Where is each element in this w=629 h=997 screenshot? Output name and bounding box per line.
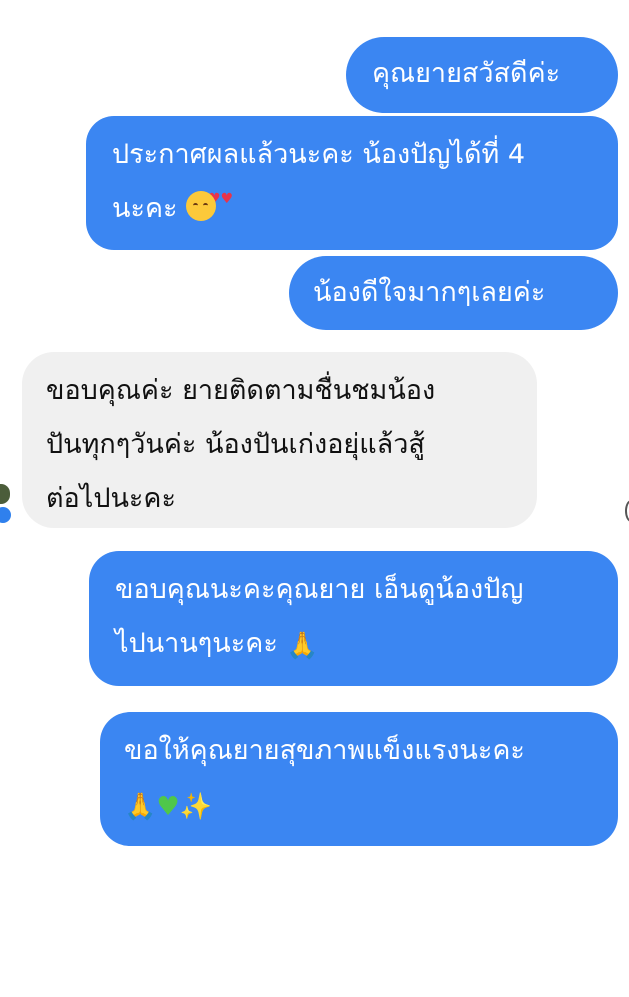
outgoing-message-bubble[interactable]: น้องดีใจมากๆเลยค่ะ <box>289 256 618 330</box>
green-heart-emoji: ♥ <box>156 792 180 822</box>
outgoing-message-bubble[interactable]: ประกาศผลแล้วนะคะ น้องปัญได้ที่ 4 นะคะ ♥♥ <box>86 116 618 250</box>
folded-hands-emoji: 🙏 <box>286 631 319 661</box>
outgoing-message-bubble[interactable]: คุณยายสวัสดีค่ะ <box>346 37 618 113</box>
reaction-icon[interactable] <box>625 500 629 522</box>
folded-hands-emoji: 🙏 <box>124 792 157 822</box>
message-text: ขอให้คุณยายสุขภาพแข็งแรงนะคะ <box>124 735 525 766</box>
message-text: ขอบคุณค่ะ ยายติดตามชื่นชมน้อง <box>46 375 436 406</box>
message-text: น้องดีใจมากๆเลยค่ะ <box>313 277 546 308</box>
smiling-face-with-hearts-emoji <box>186 191 217 221</box>
sparkles-emoji: ✨ <box>179 792 213 822</box>
message-text: นะคะ <box>112 193 178 224</box>
avatar[interactable] <box>0 484 10 504</box>
outgoing-message-bubble[interactable]: ขอให้คุณยายสุขภาพแข็งแรงนะคะ 🙏♥✨ <box>100 712 618 846</box>
message-text: คุณยายสวัสดีค่ะ <box>372 58 561 89</box>
message-text: ต่อไปนะคะ <box>46 483 176 514</box>
message-text: ประกาศผลแล้วนะคะ น้องปัญได้ที่ 4 <box>112 139 526 170</box>
message-text: ปันทุกๆวันค่ะ น้องปันเก่งอยุ่แล้วสู้ <box>46 429 425 460</box>
incoming-message-bubble[interactable]: ขอบคุณค่ะ ยายติดตามชื่นชมน้อง ปันทุกๆวัน… <box>22 352 537 528</box>
message-text: ไปนานๆนะคะ <box>115 628 278 659</box>
message-text: ขอบคุณนะคะคุณยาย เอ็นดูน้องปัญ <box>115 574 524 605</box>
outgoing-message-bubble[interactable]: ขอบคุณนะคะคุณยาย เอ็นดูน้องปัญ ไปนานๆนะค… <box>89 551 618 686</box>
verified-badge-icon <box>0 505 13 525</box>
